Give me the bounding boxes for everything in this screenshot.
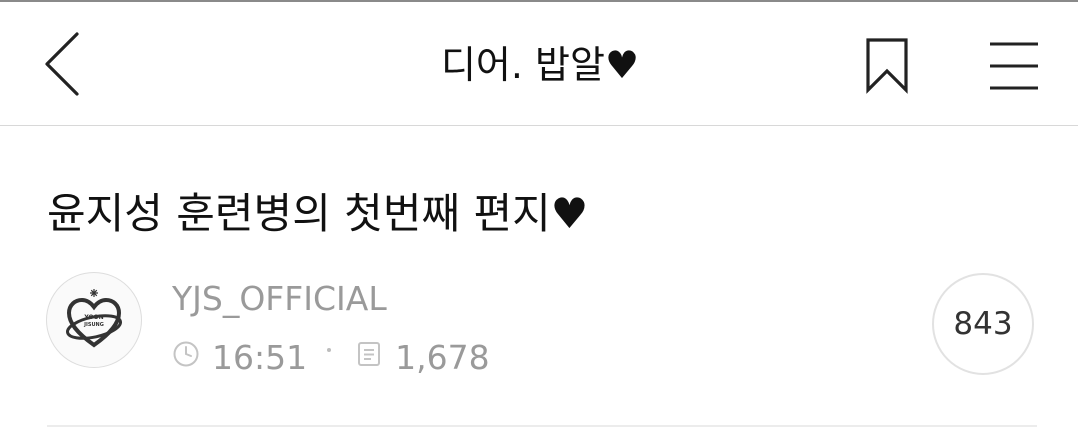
view-count: 1,678 [395, 338, 490, 377]
author-avatar[interactable]: YOON JISUNG [46, 272, 142, 368]
yoon-jisung-logo-avatar: YOON JISUNG [66, 289, 122, 348]
board-title: 디어. 밥알♥ [440, 43, 640, 87]
post-meta: 16:51 1,678 [172, 336, 490, 380]
clock-icon [173, 341, 199, 367]
post-time: 16:51 [212, 338, 308, 377]
author-name[interactable]: YJS_OFFICIAL [172, 278, 387, 320]
svg-text:YOON: YOON [83, 314, 103, 321]
meta-separator-dot [327, 348, 332, 352]
bookmark-icon [866, 38, 908, 94]
menu-button[interactable] [974, 26, 1054, 106]
header-bottom-divider [47, 425, 1037, 427]
hamburger-menu-icon [990, 42, 1038, 90]
top-navigation-bar: 디어. 밥알♥ [0, 2, 1078, 125]
comment-count-button[interactable]: 843 [932, 273, 1034, 375]
nav-divider [0, 125, 1078, 126]
chevron-left-icon [45, 32, 79, 96]
svg-text:JISUNG: JISUNG [83, 322, 104, 328]
back-button[interactable] [30, 24, 100, 104]
post-title: 윤지성 훈련병의 첫번째 편지♥ [47, 189, 589, 238]
post-view-page: 디어. 밥알♥ 윤지성 훈련병의 첫번째 편지♥ YOON JISUNG YJS… [0, 0, 1078, 445]
document-icon [358, 342, 381, 366]
bookmark-button[interactable] [850, 26, 926, 106]
